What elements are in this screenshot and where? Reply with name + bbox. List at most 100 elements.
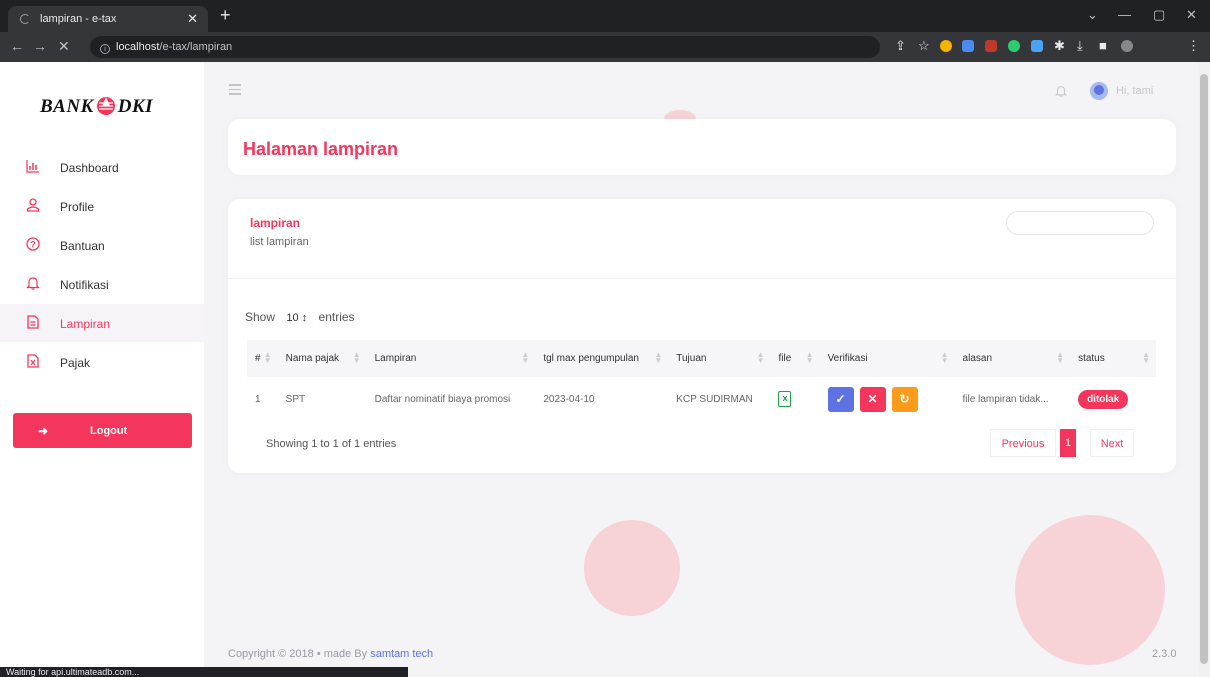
status-badge: ditolak (1078, 389, 1129, 409)
approve-button[interactable]: ✓ (827, 386, 854, 412)
lampiran-card: lampiran list lampiran Show 10 ↕ entries… (228, 199, 1176, 473)
column-header-lampiran[interactable]: Lampiran ▲ ▼ (367, 340, 536, 377)
cell-tujuan: KCP SUDIRMAN (676, 393, 753, 405)
address-bar: ← → ✕ i localhost/e-tax/lampiran (0, 32, 1210, 62)
new-tab-icon[interactable]: + (220, 5, 231, 26)
sort-icon: ▲ ▼ (756, 350, 765, 365)
sidebar-item-label: Dashboard (60, 161, 119, 175)
side-panel-icon[interactable]: ■ (1099, 38, 1107, 53)
sort-icon: ▲ ▼ (940, 350, 949, 365)
document-icon (27, 315, 39, 329)
chart-icon (26, 160, 39, 173)
close-tab-icon[interactable]: ✕ (187, 11, 198, 27)
browser-tab[interactable]: lampiran - e-tax ✕ (8, 6, 208, 32)
bank-dki-logo-mark-icon (96, 97, 115, 115)
column-header-tujuan[interactable]: Tujuan ▲ ▼ (668, 340, 770, 377)
minimize-icon[interactable]: — (1118, 7, 1131, 22)
reject-button[interactable]: ✕ (859, 386, 886, 412)
refresh-button[interactable]: ↻ (891, 386, 918, 412)
menu-toggle-icon[interactable] (229, 84, 241, 98)
back-icon[interactable]: ← (10, 38, 24, 54)
column-header-status[interactable]: status ▲ ▼ (1070, 340, 1156, 377)
sidebar-item-dashboard[interactable]: Dashboard (0, 148, 204, 186)
scroll-thumb[interactable] (1200, 74, 1208, 664)
browser-menu-icon[interactable]: ⋮ (1187, 38, 1200, 54)
column-header-nama-pajak[interactable]: Nama pajak ▲ ▼ (278, 340, 367, 377)
sign-out-icon: ➜ (38, 424, 49, 438)
sidebar-item-label: Profile (60, 200, 95, 214)
sidebar-item-profile[interactable]: Profile (0, 187, 204, 225)
page-title: Halaman lampiran (243, 139, 399, 159)
cell-tgl: 2023-04-10 (543, 393, 595, 405)
url-input[interactable]: i localhost/e-tax/lampiran (90, 36, 880, 58)
footer-author-link[interactable]: samtam tech (370, 648, 433, 660)
extension-icon[interactable] (1031, 40, 1043, 52)
decor-circle (1015, 515, 1165, 665)
decor-circle (584, 520, 680, 616)
user-icon (26, 198, 40, 212)
window-close-icon[interactable]: ✕ (1186, 7, 1197, 23)
profile-avatar-icon[interactable] (1121, 40, 1133, 52)
card-title: lampiran (250, 216, 301, 230)
sort-icon: ▲ ▼ (654, 350, 663, 365)
table-row: 1 SPT Daftar nominatif biaya promosi 202… (247, 377, 1156, 421)
extension-icon[interactable] (940, 40, 952, 52)
tab-title: lampiran - e-tax (40, 13, 117, 25)
bell-icon (26, 277, 40, 290)
lampiran-table: # ▲ ▼ Nama pajak ▲ ▼ Lampiran ▲ ▼ tgl max peng… (247, 340, 1156, 421)
cell-nama-pajak: SPT (285, 393, 306, 405)
user-greeting: Hi, tami (1116, 85, 1154, 97)
column-header-tgl[interactable]: tgl max pengumpulan ▲ ▼ (535, 340, 668, 377)
tab-search-icon[interactable]: ⌄ (1087, 7, 1098, 23)
excel-file-download-icon[interactable]: x (778, 391, 792, 407)
sort-icon: ▲ ▼ (352, 350, 361, 365)
column-header-no[interactable]: # ▲ ▼ (247, 340, 278, 377)
sidebar-item-label: Lampiran (60, 317, 111, 331)
card-subtitle: list lampiran (250, 236, 309, 248)
restore-icon[interactable]: ▢ (1153, 7, 1165, 23)
extension-icon[interactable] (1008, 40, 1020, 52)
cell-alasan: file lampiran tidak... (962, 393, 1049, 405)
svg-text:?: ? (30, 240, 36, 250)
sidebar-item-pajak[interactable]: Pajak (0, 343, 204, 381)
site-info-icon[interactable]: i (100, 44, 110, 54)
forward-icon[interactable]: → (33, 38, 47, 54)
sidebar: BANK DKI Dashboard Profile ? Bantuan Not… (0, 62, 204, 677)
avatar (1090, 82, 1108, 100)
extension-icon[interactable] (985, 40, 997, 52)
extensions-puzzle-icon[interactable]: ✱ (1054, 38, 1065, 54)
page-scrollbar[interactable] (1198, 62, 1210, 677)
user-menu[interactable]: Hi, tami (1090, 80, 1180, 102)
logout-button[interactable]: ➜ Logout (13, 413, 192, 448)
stop-icon[interactable]: ✕ (58, 38, 70, 55)
sort-icon: ▲ ▼ (263, 350, 272, 365)
pagination-previous[interactable]: Previous (990, 429, 1056, 457)
loading-icon (20, 14, 30, 24)
bookmark-star-icon[interactable]: ☆ (918, 38, 930, 54)
notification-bell-icon[interactable] (1055, 84, 1067, 98)
download-icon[interactable]: ⤓ (1077, 38, 1083, 54)
cell-file: x (770, 377, 819, 421)
entries-length-control: Show 10 ↕ entries (245, 307, 355, 329)
extension-icon[interactable] (962, 40, 974, 52)
cell-status: ditolak (1070, 377, 1156, 421)
sidebar-item-bantuan[interactable]: ? Bantuan (0, 226, 204, 264)
cell-no: 1 (255, 393, 261, 405)
cell-lampiran: Daftar nominatif biaya promosi (374, 393, 511, 405)
entries-select[interactable]: 10 ↕ (282, 307, 311, 329)
cell-verifikasi: ✓ ✕ ↻ (820, 377, 955, 421)
column-header-verifikasi[interactable]: Verifikasi ▲ ▼ (820, 340, 955, 377)
sort-icon: ▲ ▼ (1142, 350, 1150, 365)
table-header-row: # ▲ ▼ Nama pajak ▲ ▼ Lampiran ▲ ▼ tgl max peng… (247, 340, 1156, 377)
sidebar-item-notifikasi[interactable]: Notifikasi (0, 265, 204, 303)
table-search-input[interactable] (1006, 211, 1154, 235)
share-icon[interactable]: ⇪ (895, 38, 906, 54)
browser-status-text: Waiting for api.ultimateadb.com... (0, 667, 408, 677)
column-header-alasan[interactable]: alasan ▲ ▼ (955, 340, 1071, 377)
footer-copyright: Copyright © 2018 • made By samtam tech (228, 648, 434, 660)
column-header-file[interactable]: file ▲ ▼ (770, 340, 819, 377)
sidebar-item-lampiran[interactable]: Lampiran (0, 304, 204, 342)
pagination-page-1[interactable]: 1 (1060, 429, 1076, 457)
pagination-next[interactable]: Next (1090, 429, 1134, 457)
app-version: 2.3.0 (1152, 648, 1177, 660)
